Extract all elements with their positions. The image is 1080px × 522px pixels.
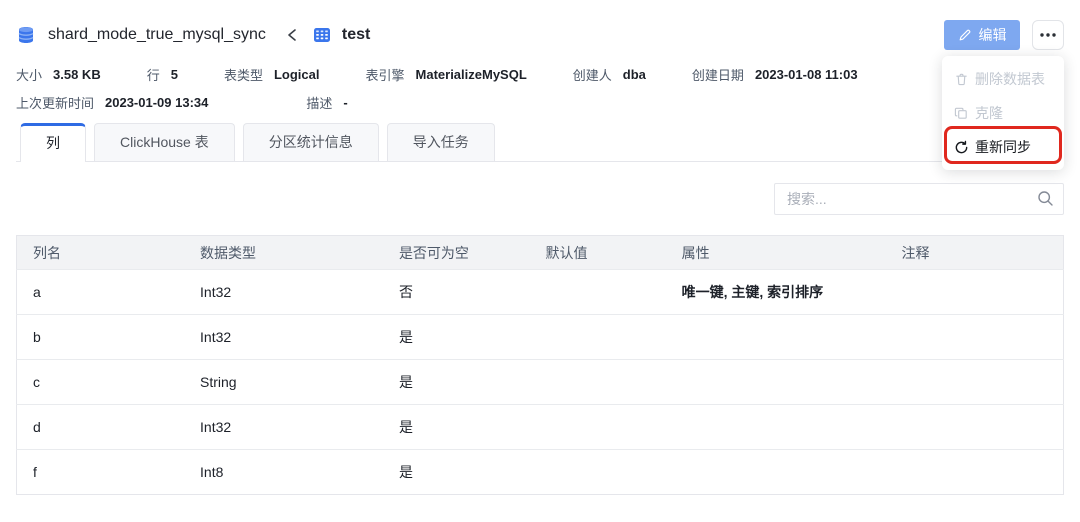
columns-table: 列名 数据类型 是否可为空 默认值 属性 注释 a Int32 否 唯一键, 主… — [16, 235, 1064, 495]
cell-name: b — [16, 314, 185, 360]
database-name[interactable]: shard_mode_true_mysql_sync — [48, 26, 266, 44]
header-actions: 编辑 — [944, 20, 1064, 50]
meta-row: 大小 3.58 KB 行 5 表类型 Logical 表引擎 Materiali… — [16, 65, 1064, 84]
cell-attributes — [665, 359, 886, 405]
table-meta: 大小 3.58 KB 行 5 表类型 Logical 表引擎 Materiali… — [16, 65, 1064, 112]
menu-item-label: 重新同步 — [975, 139, 1031, 155]
cell-default — [529, 359, 666, 405]
cell-name: c — [16, 359, 185, 405]
cell-attributes — [665, 449, 886, 495]
table-row: d Int32 是 — [16, 404, 1064, 450]
menu-item-label: 删除数据表 — [975, 71, 1045, 87]
cell-nullable: 是 — [382, 314, 530, 360]
resync-icon — [954, 140, 969, 155]
page-header: shard_mode_true_mysql_sync test 编辑 — [16, 20, 1064, 50]
meta-last-updated: 上次更新时间 2023-01-09 13:34 — [16, 95, 209, 111]
cell-datatype: String — [184, 359, 383, 405]
cell-default — [529, 269, 666, 315]
table-header-row: 列名 数据类型 是否可为空 默认值 属性 注释 — [16, 235, 1064, 270]
cell-datatype: Int32 — [184, 269, 383, 315]
clone-icon — [954, 106, 969, 121]
edit-icon — [958, 28, 972, 42]
meta-creator: 创建人 dba — [572, 67, 646, 83]
cell-comment — [885, 359, 1064, 405]
tab-import-tasks[interactable]: 导入任务 — [386, 123, 495, 161]
meta-create-date: 创建日期 2023-01-08 11:03 — [691, 67, 858, 83]
cell-attributes — [665, 404, 886, 450]
toolbar — [16, 183, 1064, 215]
cell-attributes — [665, 314, 886, 360]
database-icon — [16, 25, 36, 45]
cell-nullable: 是 — [382, 404, 530, 450]
tab-clickhouse-table[interactable]: ClickHouse 表 — [94, 123, 235, 161]
cell-datatype: Int32 — [184, 314, 383, 360]
table-row: c String 是 — [16, 359, 1064, 405]
table-row: f Int8 是 — [16, 449, 1064, 495]
tab-bar: 列 ClickHouse 表 分区统计信息 导入任务 — [16, 123, 1064, 162]
page-title: test — [341, 26, 371, 43]
cell-default — [529, 314, 666, 360]
cell-default — [529, 404, 666, 450]
column-header-default: 默认值 — [529, 235, 666, 270]
cell-nullable: 是 — [382, 359, 530, 405]
tab-columns[interactable]: 列 — [20, 123, 86, 162]
cell-name: f — [16, 449, 185, 495]
breadcrumb-back-icon[interactable] — [286, 28, 298, 42]
delete-icon — [954, 72, 969, 87]
menu-item-resync[interactable]: 重新同步 — [954, 130, 1052, 164]
cell-datatype: Int32 — [184, 404, 383, 450]
table-icon — [312, 25, 332, 45]
cell-comment — [885, 449, 1064, 495]
menu-item-delete-table[interactable]: 删除数据表 — [954, 62, 1052, 96]
cell-nullable: 是 — [382, 449, 530, 495]
search-input[interactable] — [774, 183, 1064, 215]
column-header-datatype: 数据类型 — [184, 235, 383, 270]
cell-name: d — [16, 404, 185, 450]
table-row: a Int32 否 唯一键, 主键, 索引排序 — [16, 269, 1064, 315]
column-header-name: 列名 — [16, 235, 185, 270]
tab-partition-stats[interactable]: 分区统计信息 — [242, 123, 379, 161]
menu-item-label: 克隆 — [975, 105, 1003, 121]
cell-nullable: 否 — [382, 269, 530, 315]
table-row: b Int32 是 — [16, 314, 1064, 360]
edit-button[interactable]: 编辑 — [944, 20, 1020, 50]
column-header-comment: 注释 — [885, 235, 1064, 270]
cell-name: a — [16, 269, 185, 315]
menu-item-clone[interactable]: 克隆 — [954, 96, 1052, 130]
meta-row: 上次更新时间 2023-01-09 13:34 描述 - — [16, 93, 1064, 112]
table-detail-page: shard_mode_true_mysql_sync test 编辑 删除数据表… — [0, 0, 1080, 522]
meta-rows-count: 行 5 — [146, 67, 178, 83]
column-header-attributes: 属性 — [665, 235, 886, 270]
search-box — [774, 183, 1064, 215]
cell-comment — [885, 404, 1064, 450]
cell-attributes: 唯一键, 主键, 索引排序 — [665, 269, 886, 315]
more-actions-menu: 删除数据表 克隆 重新同步 — [942, 56, 1064, 170]
cell-comment — [885, 314, 1064, 360]
column-header-nullable: 是否可为空 — [382, 235, 530, 270]
breadcrumb: shard_mode_true_mysql_sync test — [16, 25, 370, 45]
edit-button-label: 编辑 — [978, 27, 1007, 43]
cell-comment — [885, 269, 1064, 315]
meta-table-engine: 表引擎 MaterializeMySQL — [365, 67, 527, 83]
more-button[interactable] — [1032, 20, 1064, 50]
meta-description: 描述 - — [306, 95, 348, 111]
cell-datatype: Int8 — [184, 449, 383, 495]
meta-size: 大小 3.58 KB — [16, 67, 101, 83]
search-icon[interactable] — [1037, 190, 1054, 212]
meta-table-type: 表类型 Logical — [223, 67, 320, 83]
more-icon — [1040, 33, 1056, 37]
cell-default — [529, 449, 666, 495]
